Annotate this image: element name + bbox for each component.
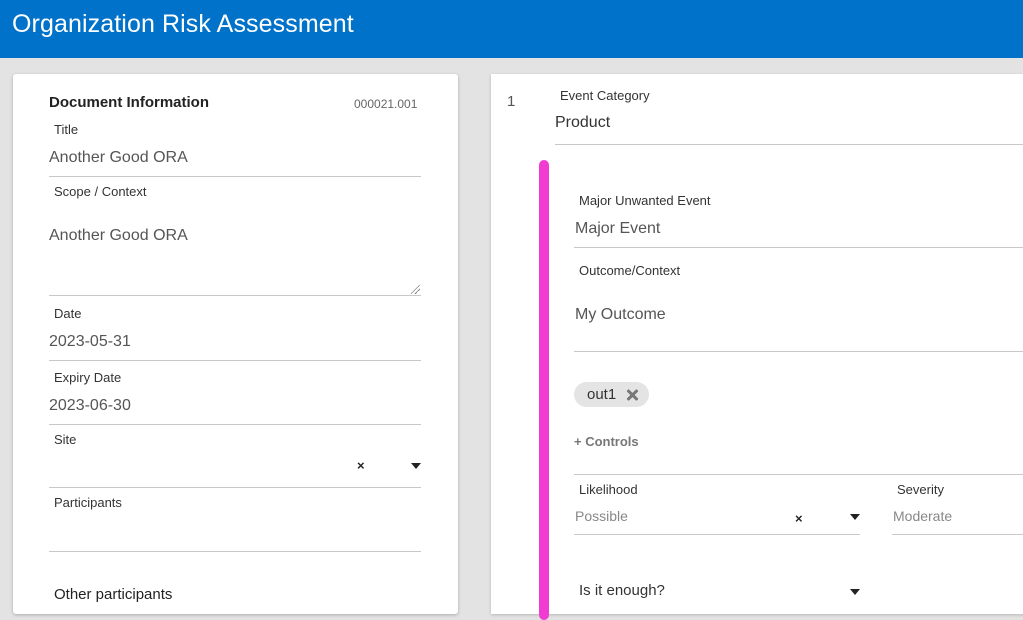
- site-label: Site: [54, 432, 77, 447]
- severity-label: Severity: [897, 482, 944, 497]
- document-information-heading: Document Information: [49, 94, 209, 111]
- outcome-chip: out1: [574, 382, 650, 407]
- chip-remove-icon[interactable]: [625, 388, 639, 402]
- likelihood-select[interactable]: Possible: [575, 508, 860, 524]
- chip-label: out1: [587, 386, 617, 403]
- outcome-label: Outcome/Context: [579, 263, 681, 278]
- event-card: [491, 74, 1023, 614]
- event-category-label: Event Category: [560, 88, 650, 103]
- expiry-date-underline: [49, 424, 421, 425]
- controls-divider: [574, 474, 1023, 475]
- severity-underline: [892, 534, 1023, 535]
- major-event-input[interactable]: Major Event: [575, 220, 1023, 238]
- app-header: Organization Risk Assessment: [0, 0, 1023, 58]
- resize-grip-icon[interactable]: [411, 285, 420, 294]
- other-participants-label: Other participants: [54, 586, 173, 603]
- page-title: Organization Risk Assessment: [12, 10, 354, 38]
- scope-label: Scope / Context: [54, 184, 147, 199]
- severity-select[interactable]: Moderate: [893, 508, 1023, 524]
- scope-textarea[interactable]: Another Good ORA: [49, 227, 421, 295]
- participants-input[interactable]: [49, 514, 421, 550]
- participants-underline: [49, 551, 421, 552]
- expiry-date-label: Expiry Date: [54, 370, 122, 385]
- is-it-enough-dropdown-caret-icon[interactable]: [850, 589, 860, 595]
- event-accent-bar: [539, 160, 549, 620]
- add-controls-button[interactable]: + Controls: [574, 434, 639, 449]
- date-label: Date: [54, 306, 82, 321]
- major-event-underline: [574, 247, 1023, 248]
- likelihood-label: Likelihood: [579, 482, 638, 497]
- event-category-input[interactable]: Product: [555, 114, 1023, 132]
- title-underline: [49, 176, 421, 177]
- scope-underline: [49, 295, 421, 296]
- outcome-underline: [574, 351, 1023, 352]
- site-dropdown-caret-icon[interactable]: [411, 463, 421, 469]
- date-underline: [49, 360, 421, 361]
- date-input[interactable]: 2023-05-31: [49, 333, 421, 351]
- site-underline: [49, 487, 421, 488]
- is-it-enough-select[interactable]: Is it enough?: [579, 582, 665, 599]
- title-input[interactable]: Another Good ORA: [49, 149, 421, 167]
- likelihood-dropdown-caret-icon[interactable]: [850, 514, 860, 520]
- outcome-textarea[interactable]: My Outcome: [575, 306, 1023, 324]
- site-clear-icon[interactable]: ×: [357, 458, 365, 473]
- document-number: 000021.001: [354, 97, 418, 111]
- major-event-label: Major Unwanted Event: [579, 193, 711, 208]
- event-category-underline: [555, 144, 1023, 145]
- title-label: Title: [54, 122, 79, 137]
- event-index: 1: [507, 93, 516, 110]
- expiry-date-input[interactable]: 2023-06-30: [49, 397, 421, 415]
- likelihood-clear-icon[interactable]: ×: [795, 511, 803, 526]
- site-select[interactable]: [49, 452, 421, 486]
- likelihood-underline: [574, 534, 860, 535]
- participants-label: Participants: [54, 495, 122, 510]
